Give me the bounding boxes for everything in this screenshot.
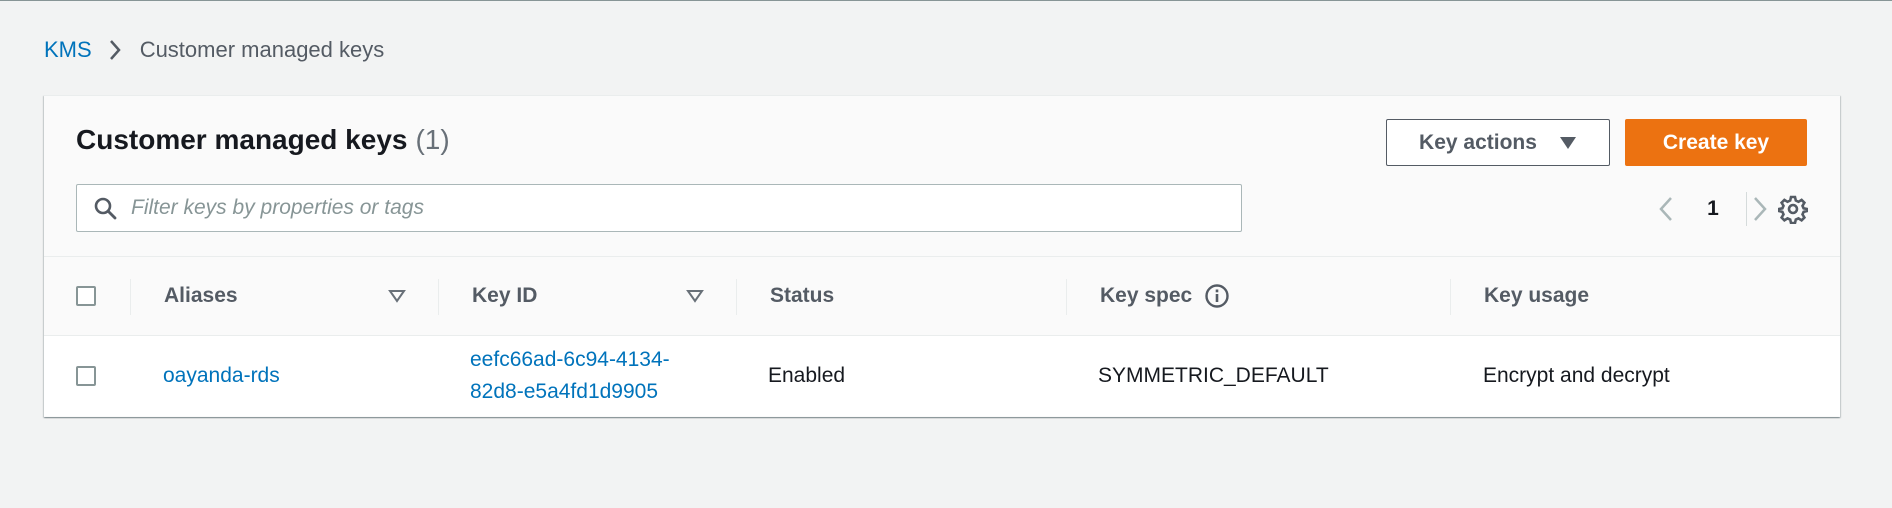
breadcrumb: KMS Customer managed keys (44, 37, 384, 63)
alias-link[interactable]: oayanda-rds (163, 360, 280, 392)
create-key-button[interactable]: Create key (1625, 119, 1807, 166)
column-divider (1066, 279, 1067, 315)
key-actions-button[interactable]: Key actions (1386, 119, 1610, 166)
alias-cell: oayanda-rds (163, 336, 280, 416)
sort-icon[interactable] (686, 257, 704, 335)
filter-keys-input[interactable] (131, 196, 1241, 220)
column-header-key-usage-label: Key usage (1484, 284, 1590, 307)
sort-key-id-icon (686, 289, 704, 303)
pagination: 1 (1654, 192, 1772, 226)
key-id-line-1: eefc66ad-6c94-4134- (470, 348, 670, 371)
chevron-right-icon (108, 39, 122, 61)
page-title: Customer managed keys (1) (76, 124, 450, 156)
chevron-left-icon[interactable] (1654, 192, 1678, 226)
column-header-key-id-label: Key ID (472, 284, 538, 307)
key-id-cell: eefc66ad-6c94-4134- 82d8-e5a4fd1d9905 (470, 336, 670, 416)
column-divider (130, 279, 131, 315)
column-header-key-spec-label: Key spec (1100, 284, 1193, 307)
status-cell: Enabled (768, 336, 845, 416)
column-header-aliases[interactable]: Aliases (164, 257, 238, 335)
key-count: (1) (415, 124, 450, 155)
row-select-checkbox[interactable] (76, 366, 96, 386)
page-number-button[interactable]: 1 (1678, 197, 1748, 221)
chevron-right-icon[interactable] (1748, 192, 1772, 226)
sort-icon[interactable] (388, 257, 406, 335)
breadcrumb-kms-link[interactable]: KMS (44, 37, 92, 63)
column-header-key-usage[interactable]: Key usage (1484, 257, 1589, 335)
search-icon (93, 196, 117, 220)
column-divider (438, 279, 439, 315)
row-select-cell (76, 336, 96, 416)
select-all-checkbox[interactable] (76, 286, 96, 306)
key-id-line-2: 82d8-e5a4fd1d9905 (470, 380, 659, 403)
key-actions-label: Key actions (1419, 130, 1537, 154)
table-row: oayanda-rds eefc66ad-6c94-4134- 82d8-e5a… (44, 336, 1840, 416)
key-usage-text: Encrypt and decrypt (1483, 364, 1670, 387)
column-divider (1450, 279, 1451, 315)
keys-panel: Customer managed keys (1) Key actions Cr… (44, 95, 1840, 417)
panel-title-text: Customer managed keys (76, 124, 408, 155)
select-all-cell (76, 257, 96, 335)
gear-icon[interactable] (1778, 194, 1808, 224)
column-divider (736, 279, 737, 315)
column-header-aliases-label: Aliases (164, 284, 238, 307)
key-spec-text: SYMMETRIC_DEFAULT (1098, 364, 1329, 387)
filter-keys-field[interactable] (76, 184, 1242, 232)
info-icon[interactable] (1204, 283, 1230, 309)
column-header-status-label: Status (770, 284, 835, 307)
column-header-key-id[interactable]: Key ID (472, 257, 537, 335)
keys-table: Aliases Key ID Status Key spec Key usage… (44, 256, 1840, 416)
sort-aliases-icon (388, 289, 406, 303)
key-usage-cell: Encrypt and decrypt (1483, 336, 1670, 416)
key-id-link[interactable]: eefc66ad-6c94-4134- 82d8-e5a4fd1d9905 (470, 344, 670, 408)
status-text: Enabled (768, 364, 846, 387)
column-header-status[interactable]: Status (770, 257, 834, 335)
caret-down-icon (1559, 136, 1577, 150)
key-spec-cell: SYMMETRIC_DEFAULT (1098, 336, 1329, 416)
breadcrumb-current: Customer managed keys (139, 37, 385, 62)
column-header-key-spec[interactable]: Key spec (1100, 257, 1230, 335)
pager-divider (1746, 192, 1747, 226)
table-header: Aliases Key ID Status Key spec Key usage (44, 256, 1840, 336)
